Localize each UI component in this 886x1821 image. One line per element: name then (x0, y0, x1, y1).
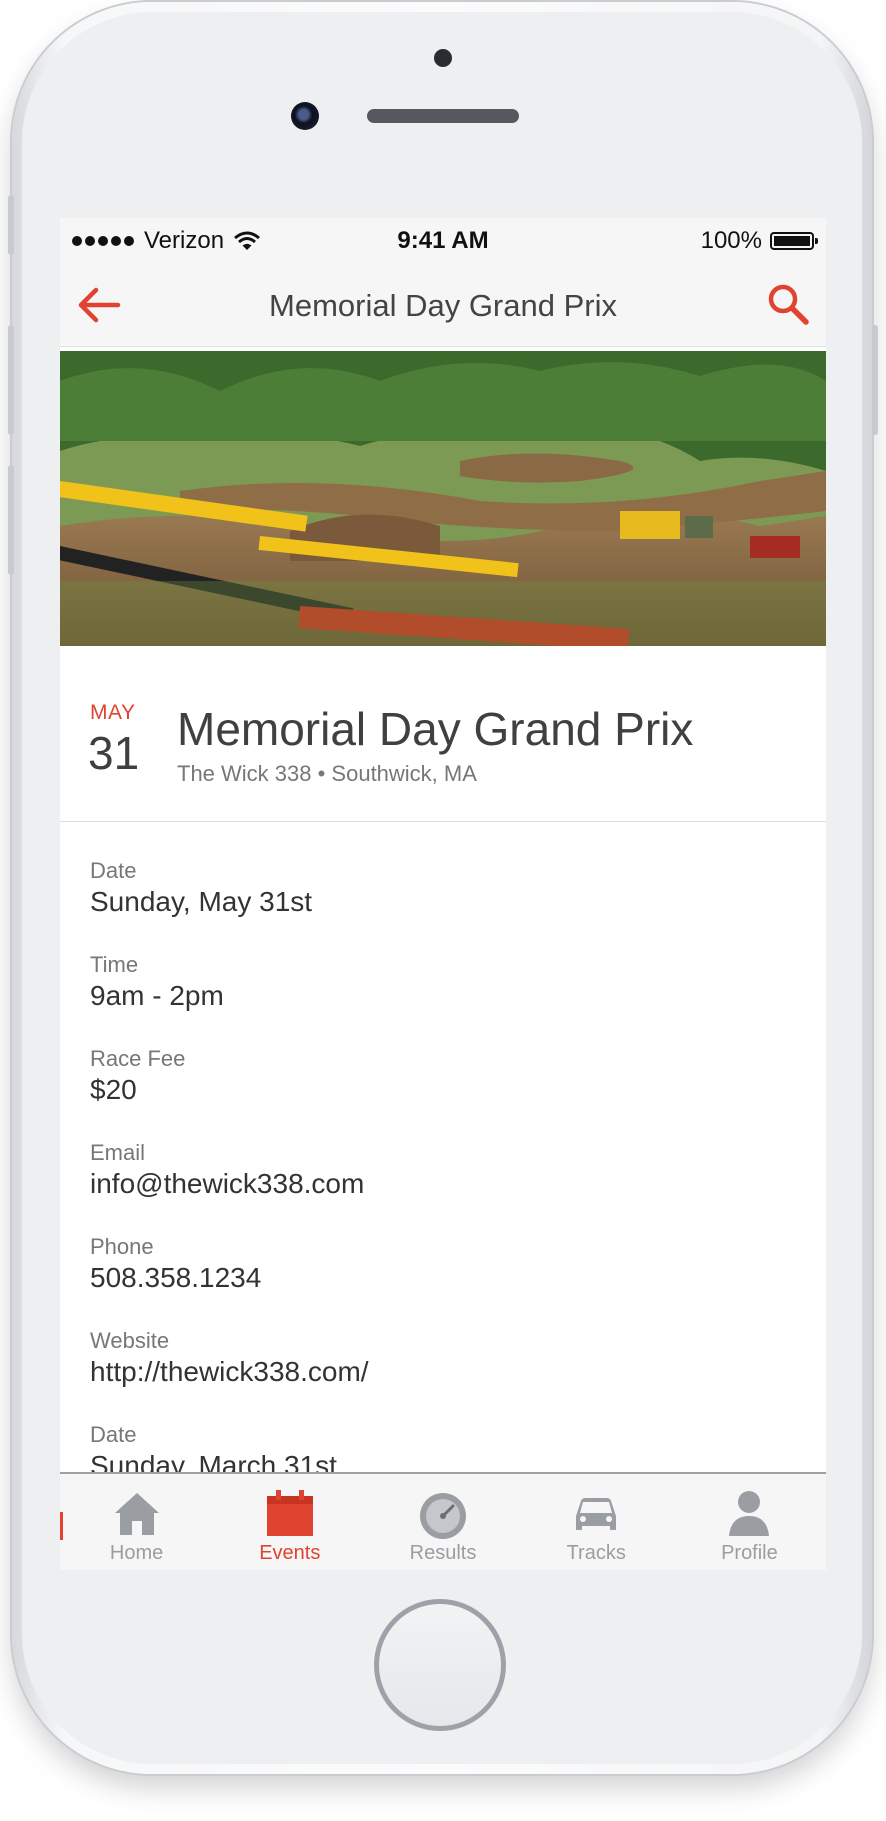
tab-results[interactable]: Results (366, 1474, 519, 1570)
event-header: MAY 31 Memorial Day Grand Prix The Wick … (60, 646, 826, 822)
event-title: Memorial Day Grand Prix (177, 703, 694, 755)
detail-race-fee: Race Fee $20 (90, 1026, 810, 1120)
detail-label: Time (90, 952, 139, 977)
phone-link[interactable]: 508.358.1234 (90, 1260, 810, 1296)
tab-label: Profile (721, 1542, 778, 1564)
tab-label: Events (259, 1542, 321, 1564)
nav-title: Memorial Day Grand Prix (269, 288, 617, 323)
mute-switch (8, 195, 14, 255)
navigation-bar: Memorial Day Grand Prix (60, 262, 826, 347)
detail-label: Website (90, 1328, 170, 1353)
status-bar: Verizon 9:41 AM 100% (60, 218, 826, 262)
volume-down-button (8, 465, 14, 575)
email-link[interactable]: info@thewick338.com (90, 1166, 810, 1202)
search-icon[interactable] (764, 280, 812, 328)
earpiece-speaker (367, 109, 519, 123)
tab-label: Tracks (566, 1542, 626, 1564)
detail-label: Date (90, 1422, 137, 1447)
tab-label: Results (409, 1542, 477, 1564)
tab-home[interactable]: Home (60, 1474, 213, 1570)
battery-icon (770, 232, 818, 250)
front-camera (291, 102, 319, 130)
detail-time: Time 9am - 2pm (90, 932, 810, 1026)
active-tab-indicator (60, 1512, 63, 1540)
app-screen: Verizon 9:41 AM 100% Memorial Day Grand … (60, 218, 826, 1570)
tab-events[interactable]: Events (213, 1474, 366, 1570)
website-link[interactable]: http://thewick338.com/ (90, 1354, 810, 1390)
detail-website: Website http://thewick338.com/ (90, 1308, 810, 1402)
detail-phone: Phone 508.358.1234 (90, 1214, 810, 1308)
calendar-icon (266, 1490, 313, 1536)
tab-bar: Home Events Results Tracks Profile (60, 1472, 826, 1570)
event-details-list: Date Sunday, May 31st Time 9am - 2pm Rac… (90, 838, 810, 1496)
speedometer-icon (420, 1493, 466, 1539)
home-button[interactable] (374, 1599, 506, 1731)
detail-email: Email info@thewick338.com (90, 1120, 810, 1214)
detail-value: 9am - 2pm (90, 980, 224, 1011)
power-button (872, 325, 878, 435)
detail-label: Race Fee (90, 1046, 186, 1071)
car-icon (576, 1498, 617, 1530)
home-icon (114, 1493, 159, 1535)
detail-label: Phone (90, 1234, 154, 1259)
event-location: The Wick 338 • Southwick, MA (177, 761, 477, 786)
person-icon (729, 1491, 770, 1536)
tab-label: Home (109, 1542, 164, 1564)
battery-percent: 100% (700, 227, 762, 254)
event-day: 31 (88, 727, 140, 779)
event-month: MAY (90, 701, 136, 724)
detail-value: $20 (90, 1074, 137, 1105)
detail-label: Email (90, 1140, 146, 1165)
volume-up-button (8, 325, 14, 435)
detail-date: Date Sunday, May 31st (90, 838, 810, 932)
detail-value: Sunday, May 31st (90, 886, 313, 917)
detail-label: Date (90, 858, 137, 883)
tab-tracks[interactable]: Tracks (520, 1474, 673, 1570)
tab-profile[interactable]: Profile (673, 1474, 826, 1570)
proximity-sensor (434, 49, 452, 67)
event-hero-image (60, 351, 826, 646)
